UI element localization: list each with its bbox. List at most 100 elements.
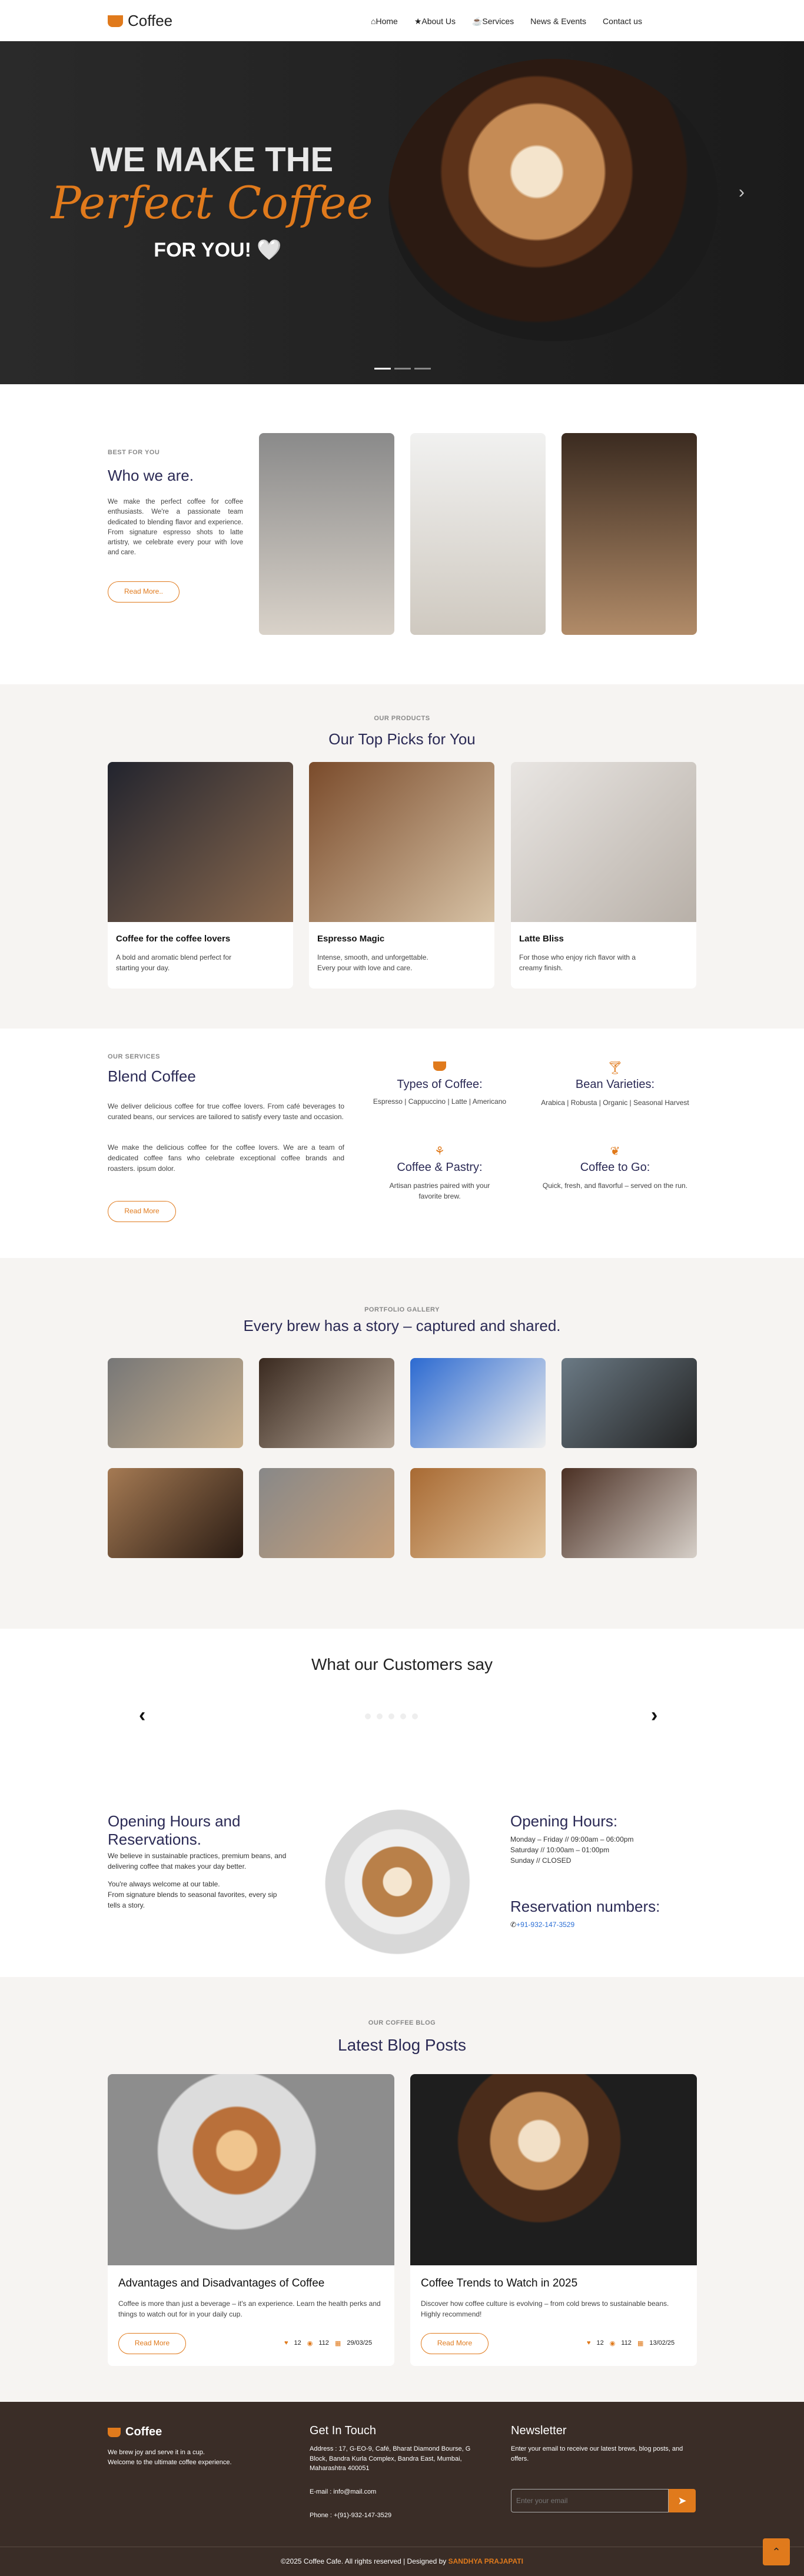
blog-image <box>410 2074 697 2265</box>
blog-eyebrow: OUR COFFEE BLOG <box>368 2019 436 2026</box>
hero-indicator[interactable] <box>374 368 391 370</box>
service-title: Types of Coffee: <box>397 1078 483 1091</box>
footer-brand[interactable]: Coffee <box>108 2425 162 2439</box>
hero-line-3: FOR YOU! 🤍 <box>154 239 282 261</box>
blog-read-more-button[interactable]: Read More <box>421 2333 489 2354</box>
gallery-image[interactable] <box>562 1468 697 1558</box>
testimonial-dot[interactable] <box>388 1713 394 1719</box>
hero-line-2: Perfect Coffee <box>51 177 373 229</box>
newsletter-title: Newsletter <box>511 2424 567 2437</box>
about-section: BEST FOR YOU Who we are. We make the per… <box>0 384 804 684</box>
gallery-image[interactable] <box>259 1468 394 1558</box>
service-title: Coffee to Go: <box>580 1161 650 1174</box>
products-section: OUR PRODUCTS Our Top Picks for You Coffe… <box>0 684 804 1029</box>
testimonial-dots[interactable] <box>365 1713 418 1719</box>
footer-about: We brew joy and serve it in a cup. Welco… <box>108 2449 232 2466</box>
product-name: Coffee for the coffee lovers <box>116 934 231 944</box>
testimonials-title: What our Customers say <box>311 1655 493 1673</box>
blog-read-more-button[interactable]: Read More <box>118 2333 186 2354</box>
blog-image <box>108 2074 394 2265</box>
reservation-title: Reservation numbers: <box>510 1898 660 1915</box>
service-text: Artisan pastries paired with your favori… <box>389 1182 490 1200</box>
about-eyebrow: BEST FOR YOU <box>108 449 160 456</box>
hours-line: Sunday // CLOSED <box>510 1856 572 1865</box>
product-name: Latte Bliss <box>519 934 564 944</box>
testimonial-dot[interactable] <box>365 1713 371 1719</box>
services-read-more-button[interactable]: Read More <box>108 1201 176 1222</box>
service-title: Coffee & Pastry: <box>397 1161 483 1174</box>
blog-card[interactable]: Advantages and Disadvantages of Coffee C… <box>108 2074 394 2366</box>
cocktail-glass-icon: 🍸︎ <box>607 1060 623 1075</box>
about-text: We make the perfect coffee for coffee en… <box>108 498 243 557</box>
product-card[interactable]: Latte Bliss For those who enjoy rich fla… <box>511 762 696 989</box>
back-to-top-button[interactable]: ⌃ <box>763 2538 790 2565</box>
copyright: ©2025 Coffee Cafe. All rights reserved |… <box>281 2557 523 2565</box>
footer-phone[interactable]: Phone : +(91)-932-147-3529 <box>310 2512 391 2519</box>
gallery-image[interactable] <box>410 1468 546 1558</box>
product-card[interactable]: Espresso Magic Intense, smooth, and unfo… <box>309 762 494 989</box>
about-title: Who we are. <box>108 467 194 484</box>
hours-line: Saturday // 10:00am – 01:00pm <box>510 1846 610 1854</box>
services-text-1: We deliver delicious coffee for true cof… <box>108 1102 344 1121</box>
about-image-pour <box>259 433 394 635</box>
designer-name[interactable]: SANDHYA PRAJAPATI <box>448 2557 523 2565</box>
gallery-image[interactable] <box>259 1358 394 1448</box>
newsletter-text: Enter your email to receive our latest b… <box>511 2445 683 2462</box>
footer: Coffee We brew joy and serve it in a cup… <box>0 2402 804 2576</box>
calendar-icon: ▦ <box>637 2340 644 2347</box>
nav-news[interactable]: News & Events <box>530 16 586 26</box>
brand-logo[interactable]: Coffee <box>108 12 172 30</box>
eye-icon: ◉ <box>307 2340 313 2347</box>
testimonial-next-arrow[interactable]: › <box>651 1704 657 1727</box>
blog-post-title: Coffee Trends to Watch in 2025 <box>421 2277 578 2289</box>
blog-meta: ♥ 12 ◉ 112 ▦ 13/02/25 <box>587 2339 675 2347</box>
nav-about[interactable]: ★About Us <box>414 16 456 26</box>
product-name: Espresso Magic <box>317 934 385 944</box>
hero-line-1: WE MAKE THE <box>90 141 334 179</box>
gallery-image[interactable] <box>410 1358 546 1448</box>
product-card[interactable]: Coffee for the coffee lovers A bold and … <box>108 762 293 989</box>
hero-indicator[interactable] <box>394 368 411 370</box>
blog-card[interactable]: Coffee Trends to Watch in 2025 Discover … <box>410 2074 697 2366</box>
newsletter-email-input[interactable] <box>511 2489 669 2512</box>
heart-icon: ♥ <box>587 2339 591 2347</box>
about-read-more-button[interactable]: Read More.. <box>108 581 180 603</box>
nav-services[interactable]: ☕Services <box>472 16 514 26</box>
footer-email[interactable]: E-mail : info@mail.com <box>310 2488 376 2495</box>
product-text: Intense, smooth, and unforgettable. Ever… <box>317 953 428 972</box>
phone-icon: ✆ <box>510 1921 517 1929</box>
hero-slider: WE MAKE THE Perfect Coffee FOR YOU! 🤍 › <box>0 41 804 384</box>
blog-post-text: Discover how coffee culture is evolving … <box>421 2299 669 2318</box>
gallery-image[interactable] <box>108 1358 243 1448</box>
opening-hours-title: Opening Hours: <box>510 1812 618 1830</box>
nav-contact[interactable]: Contact us <box>603 16 642 26</box>
gallery-image[interactable] <box>108 1468 243 1558</box>
testimonial-dot[interactable] <box>377 1713 383 1719</box>
blog-section: OUR COFFEE BLOG Latest Blog Posts Advant… <box>0 1977 804 2402</box>
gallery-image[interactable] <box>562 1358 697 1448</box>
newsletter-send-button[interactable]: ➤ <box>669 2489 696 2512</box>
product-image <box>108 762 293 922</box>
reservation-phone[interactable]: ✆+91-932-147-3529 <box>510 1921 574 1929</box>
hours-text-2: You're always welcome at our table. <box>108 1880 220 1888</box>
calendar-icon: ▦ <box>334 2340 341 2347</box>
hero-indicator[interactable] <box>414 368 431 370</box>
products-eyebrow: OUR PRODUCTS <box>374 715 430 722</box>
blog-post-text: Coffee is more than just a beverage – it… <box>118 2299 381 2318</box>
heart-icon: ♥ <box>284 2339 288 2347</box>
testimonial-dot[interactable] <box>400 1713 406 1719</box>
testimonial-dot[interactable] <box>412 1713 418 1719</box>
service-text: Arabica | Robusta | Organic | Seasonal H… <box>541 1099 689 1107</box>
products-title: Our Top Picks for You <box>328 730 476 748</box>
gallery-section: PORTFOLIO GALLERY Every brew has a story… <box>0 1258 804 1629</box>
testimonial-prev-arrow[interactable]: ‹ <box>139 1704 145 1727</box>
coffee-cup-icon <box>108 2427 121 2437</box>
hero-indicators[interactable] <box>374 368 431 370</box>
hours-line: Monday – Friday // 09:00am – 06:00pm <box>510 1835 634 1843</box>
nav-home[interactable]: ⌂Home <box>371 16 398 26</box>
footer-brand-name: Coffee <box>125 2425 162 2438</box>
about-image-drip <box>562 433 697 635</box>
hero-next-arrow[interactable]: › <box>739 182 745 202</box>
service-item: Types of Coffee: Espresso | Cappuccino |… <box>360 1061 519 1106</box>
hours-text-3: From signature blends to seasonal favori… <box>108 1891 277 1909</box>
